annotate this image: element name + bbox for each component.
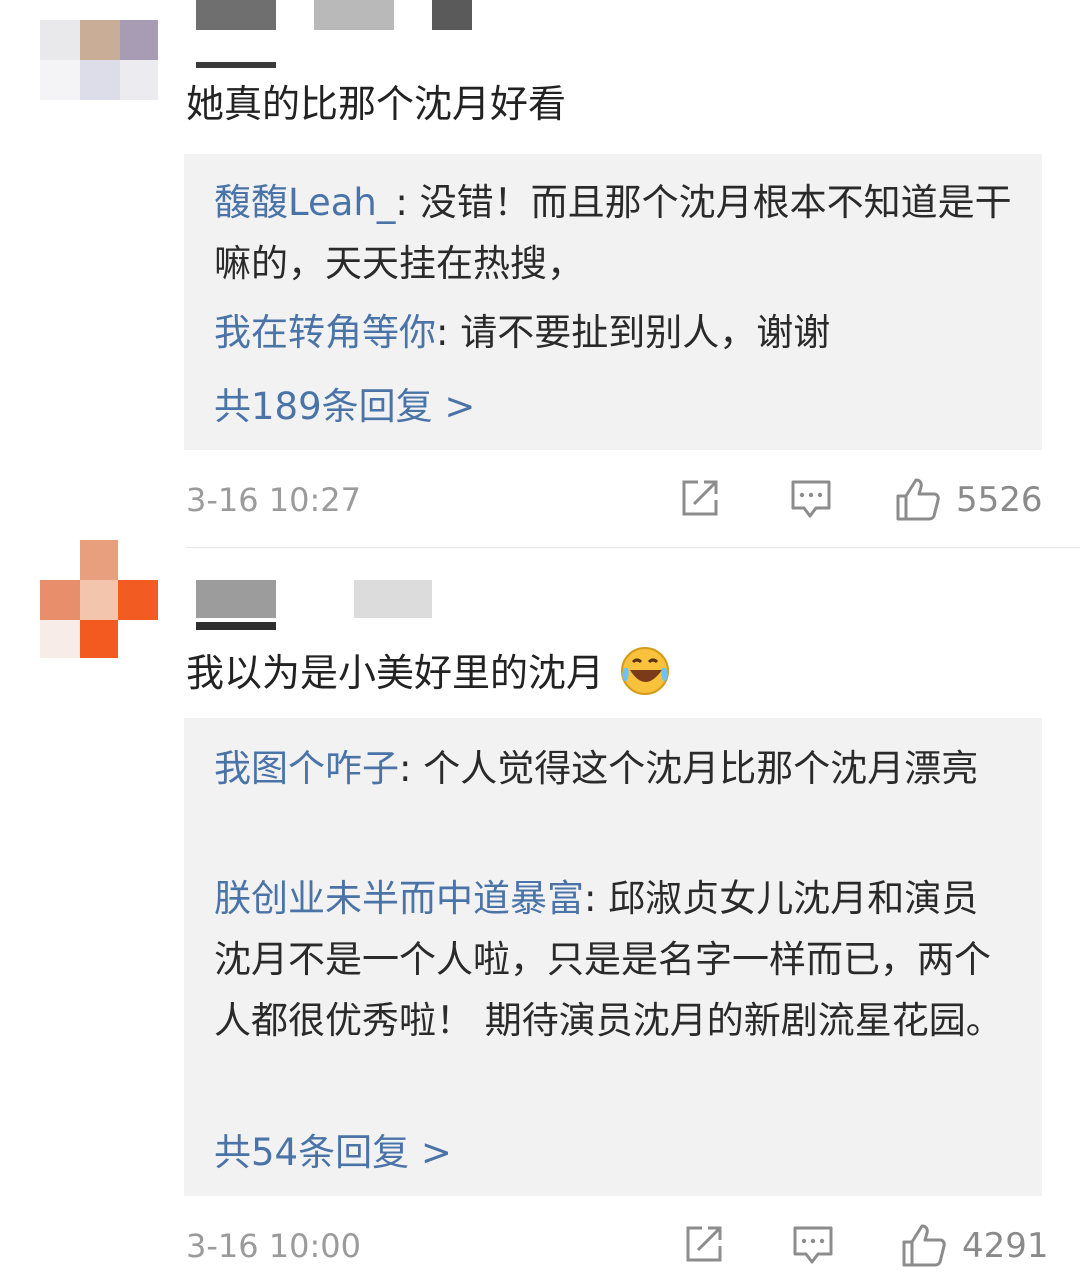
comment-button[interactable] [790,1222,836,1270]
avatar[interactable] [40,0,158,108]
laughing-crying-emoji-icon [621,647,670,695]
like-count: 5526 [956,480,1043,520]
reply-content: : 个人觉得这个沈月比那个沈月漂亮 [399,747,979,790]
timestamp: 3-16 10:00 [186,1227,362,1265]
comment-button[interactable] [788,476,834,524]
reply-item: 我图个咋子: 个人觉得这个沈月比那个沈月漂亮 [214,738,1014,799]
comment-meta: 3-16 10:27 5526 [186,476,1043,524]
reply-item: 馥馥Leah_: 没错！而且那个沈月根本不知道是干嘛的，天天挂在热搜， [214,172,1014,294]
reply-content: : 请不要扯到别人，谢谢 [436,311,831,354]
comment-text: 她真的比那个沈月好看 [186,82,567,126]
nickname-blurred[interactable] [196,580,496,640]
share-button[interactable] [682,1222,726,1270]
view-all-replies-link[interactable]: 共189条回复 > [214,376,475,430]
reply-preview[interactable]: 我图个咋子: 个人觉得这个沈月比那个沈月漂亮 朕创业未半而中道暴富: 邱淑贞女儿… [184,718,1042,1196]
comment-text-content: 我以为是小美好里的沈月 [186,651,605,695]
like-button[interactable] [894,476,942,524]
nickname-blurred[interactable] [196,0,496,70]
timestamp: 3-16 10:27 [186,481,362,519]
comment-icon [791,480,831,518]
share-icon [686,1226,722,1262]
reply-username[interactable]: 馥馥Leah_ [214,181,395,224]
reply-item: 我在转角等你: 请不要扯到别人，谢谢 [214,302,1014,363]
like-icon [896,478,940,521]
reply-item: 朕创业未半而中道暴富: 邱淑贞女儿沈月和演员沈月不是一个人啦，只是是名字一样而已… [214,868,1014,1051]
reply-username[interactable]: 我在转角等你 [214,311,436,354]
avatar[interactable] [40,540,158,658]
comment-item: 她真的比那个沈月好看 馥馥Leah_: 没错！而且那个沈月根本不知道是干嘛的，天… [0,0,1080,548]
comment-meta: 3-16 10:00 4291 [186,1222,1049,1270]
like-button[interactable] [900,1222,948,1270]
share-button[interactable] [678,476,722,524]
comment-text: 我以为是小美好里的沈月 [186,644,672,698]
view-all-replies-link[interactable]: 共54条回复 > [214,1122,452,1176]
like-icon [902,1224,946,1267]
reply-username[interactable]: 我图个咋子 [214,747,399,790]
reply-preview[interactable]: 馥馥Leah_: 没错！而且那个沈月根本不知道是干嘛的，天天挂在热搜， 我在转角… [184,154,1042,450]
comment-icon [793,1226,833,1264]
reply-username[interactable]: 朕创业未半而中道暴富 [214,877,584,920]
like-count: 4291 [962,1226,1049,1266]
share-icon [682,480,718,516]
comment-item: 我以为是小美好里的沈月 我图个咋子: 个人觉得这个沈月比那个沈月漂亮 朕创业未半… [0,540,1080,1288]
